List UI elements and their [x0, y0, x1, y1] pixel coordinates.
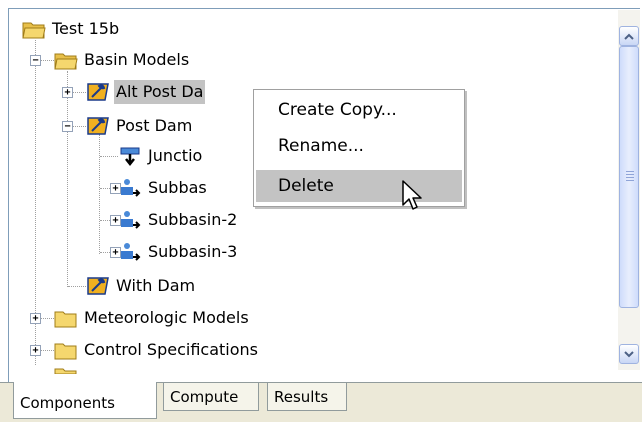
mouse-pointer-icon	[402, 180, 422, 210]
tree-node-label: Control Specifications	[84, 340, 258, 359]
tree-node-label: Meteorologic Models	[84, 308, 249, 327]
tree-node-label: With Dam	[116, 276, 196, 295]
expand-toggle[interactable]: +	[30, 313, 41, 324]
tree-node-label: Subbasin-2	[148, 210, 238, 229]
tree-node-label: Test 15b	[52, 19, 120, 38]
thumb-grip	[626, 180, 634, 181]
vertical-scrollbar[interactable]	[618, 10, 640, 370]
expand-toggle[interactable]: +	[30, 345, 41, 356]
chevron-down-icon	[624, 350, 634, 357]
tree-node-basin-models[interactable]: Basin Models	[54, 45, 191, 75]
basin-model-icon	[87, 117, 109, 135]
thumb-grip	[626, 174, 634, 175]
collapse-toggle[interactable]: −	[62, 121, 73, 132]
tree-node-label: Subbas	[148, 178, 207, 197]
menu-item-create-copy[interactable]: Create Copy...	[256, 94, 462, 126]
chevron-up-icon	[624, 33, 634, 40]
scroll-down-button[interactable]	[619, 344, 639, 364]
scroll-up-button[interactable]	[619, 26, 639, 46]
folder-icon	[54, 311, 77, 328]
tree-node-subbasin-1[interactable]: Subbas	[118, 173, 209, 203]
folder-icon	[54, 343, 77, 360]
tree-node-label: Basin Models	[84, 50, 190, 69]
scroll-thumb[interactable]	[619, 46, 639, 308]
tree-node-post-dam[interactable]: Post Dam	[86, 111, 194, 141]
open-folder-icon	[22, 22, 46, 39]
tree-node-meteorologic-models[interactable]: Meteorologic Models	[54, 303, 251, 333]
tree-node-label: Subbasin-3	[148, 242, 238, 261]
subbasin-icon	[121, 211, 141, 229]
open-folder-icon	[54, 53, 78, 70]
menu-item-rename[interactable]: Rename...	[256, 130, 462, 162]
tab-results[interactable]: Results	[267, 383, 347, 411]
basin-model-icon	[87, 277, 109, 295]
tree-node-alt-post-dam[interactable]: Alt Post Da	[86, 77, 206, 107]
tree-line	[67, 71, 68, 287]
tree-line	[99, 134, 100, 254]
tab-bar: Components Compute Results	[0, 382, 642, 422]
tree-node-project[interactable]: Test 15b	[22, 14, 121, 44]
tree-node-junction[interactable]: Junctio	[118, 141, 204, 171]
tree-node-subbasin-2[interactable]: Subbasin-2	[118, 205, 239, 235]
subbasin-icon	[121, 243, 141, 261]
tab-compute[interactable]: Compute	[163, 383, 259, 411]
context-menu: Create Copy... Rename... Delete	[253, 89, 465, 207]
collapse-toggle[interactable]: −	[30, 55, 41, 66]
tree-line	[68, 286, 86, 287]
tree-node-subbasin-3[interactable]: Subbasin-3	[118, 237, 239, 267]
junction-icon	[120, 147, 140, 167]
thumb-grip	[626, 171, 634, 172]
subbasin-icon	[121, 179, 141, 197]
tree-node-control-specifications[interactable]: Control Specifications	[54, 335, 260, 365]
tree-node-with-dam[interactable]: With Dam	[86, 271, 197, 301]
tree-node-label: Post Dam	[116, 116, 193, 135]
expand-toggle[interactable]: +	[62, 87, 73, 98]
tree-node-label: Junctio	[148, 146, 203, 165]
basin-model-icon	[87, 83, 109, 101]
tab-components[interactable]: Components	[13, 382, 157, 419]
tree-line	[100, 156, 118, 157]
thumb-grip	[626, 177, 634, 178]
menu-item-delete[interactable]: Delete	[256, 170, 462, 202]
tree-node-label: Alt Post Da	[114, 80, 206, 104]
folder-icon	[54, 368, 77, 374]
